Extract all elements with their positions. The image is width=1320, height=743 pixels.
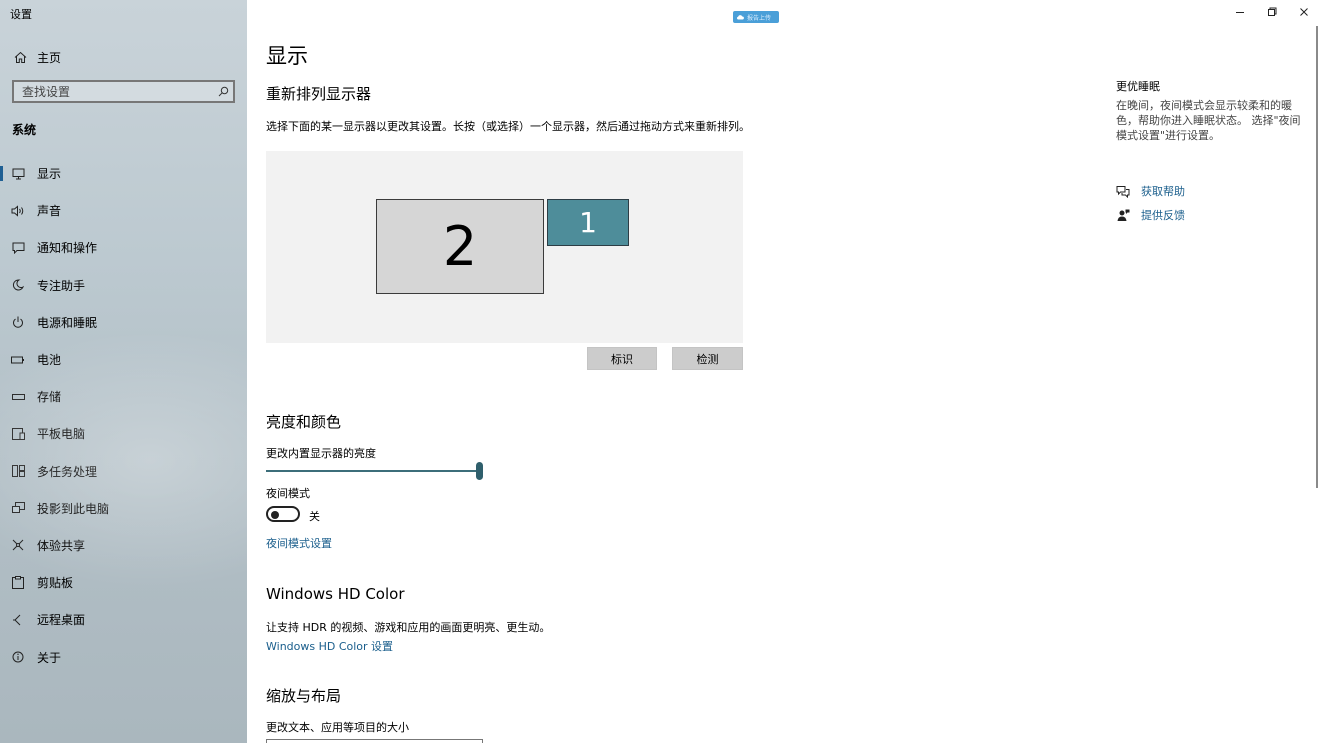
restore-icon [1268,7,1277,16]
sidebar-item-tablet[interactable]: 平板电脑 [0,415,247,452]
hdr-settings-link[interactable]: Windows HD Color 设置 [266,638,393,654]
brightness-slider[interactable] [266,462,484,480]
clipboard-icon [10,576,26,590]
scale-label: 更改文本、应用等项目的大小 [266,721,409,734]
upload-badge[interactable]: 报告上传 [733,11,779,23]
sidebar-item-label: 显示 [37,167,62,182]
search-icon[interactable] [213,86,233,97]
home-icon [12,51,28,64]
speaker-icon [10,205,26,217]
help-chat-icon [1116,185,1130,198]
sidebar-item-label: 剪贴板 [37,576,74,591]
sidebar-item-battery[interactable]: 电池 [0,341,247,378]
minimize-icon [1236,12,1244,13]
scale-heading: 缩放与布局 [266,687,342,705]
page-title: 显示 [266,44,308,68]
feedback-person-icon [1116,209,1130,222]
get-help-label: 获取帮助 [1141,185,1185,198]
sidebar-item-label: 关于 [37,650,62,665]
info-icon [10,651,26,663]
section-label: 系统 [12,123,37,137]
sidebar-item-sound[interactable]: 声音 [0,192,247,229]
night-mode-settings-link[interactable]: 夜间模式设置 [266,535,332,551]
give-feedback-label: 提供反馈 [1141,209,1185,222]
scrollbar[interactable] [1316,26,1318,488]
sidebar-item-label: 存储 [37,390,62,405]
share-icon [10,539,26,551]
app-title: 设置 [10,8,32,21]
moon-icon [10,279,26,291]
power-icon [10,316,26,328]
hdr-heading: Windows HD Color [266,585,405,603]
window-controls [1224,0,1320,24]
cloud-icon [736,15,744,20]
sidebar-item-notifications[interactable]: 通知和操作 [0,229,247,266]
sidebar-item-project[interactable]: 投影到此电脑 [0,490,247,527]
sidebar-item-shared-experiences[interactable]: 体验共享 [0,527,247,564]
sidebar-item-label: 声音 [37,204,62,219]
slider-thumb[interactable] [476,462,483,480]
sidebar-item-about[interactable]: 关于 [0,638,247,675]
main-content: 报告上传 显示 重新排列显示器 选择下面的某一显示器以更改其设置。长按（或选择）… [247,0,1320,743]
sidebar-item-label: 专注助手 [37,278,86,293]
monitor-2[interactable]: 2 [376,199,544,294]
project-icon [10,502,26,514]
sidebar-item-multitasking[interactable]: 多任务处理 [0,453,247,490]
search-input[interactable] [14,82,213,101]
sidebar-item-label: 电源和睡眠 [37,315,98,330]
sidebar-item-label: 体验共享 [37,538,86,553]
sidebar-item-remote-desktop[interactable]: 远程桌面 [0,601,247,638]
sidebar-item-clipboard[interactable]: 剪贴板 [0,564,247,601]
storage-icon [10,393,26,400]
slider-track [266,470,480,472]
night-mode-state: 关 [309,510,320,523]
toggle-knob [271,510,279,519]
brightness-slider-label: 更改内置显示器的亮度 [266,447,376,460]
multitask-icon [10,465,26,478]
sidebar-item-label: 通知和操作 [37,241,98,256]
brightness-heading: 亮度和颜色 [266,413,342,431]
message-icon [10,242,26,254]
search-box[interactable] [12,80,235,103]
get-help-link[interactable]: 获取帮助 [1116,183,1185,199]
give-feedback-link[interactable]: 提供反馈 [1116,207,1185,223]
minimize-button[interactable] [1224,0,1256,24]
display-arrangement-canvas[interactable]: 2 1 [266,151,743,343]
sidebar-item-storage[interactable]: 存储 [0,378,247,415]
night-mode-toggle[interactable] [266,506,300,522]
detect-button[interactable]: 检测 [672,347,743,370]
restore-button[interactable] [1256,0,1288,24]
sidebar-item-display[interactable]: 显示 [0,155,247,192]
sleep-tip-title: 更优睡眠 [1116,80,1160,93]
sidebar: 设置 主页 系统 显示 声音 通知和操作 专注助手 [0,0,247,743]
sidebar-item-label: 远程桌面 [37,613,86,628]
night-mode-label: 夜间模式 [266,487,310,500]
hdr-description: 让支持 HDR 的视频、游戏和应用的画面更明亮、更生动。 [266,621,551,634]
sidebar-nav: 显示 声音 通知和操作 专注助手 电源和睡眠 电池 存储 平板电脑 多任务处理 … [0,155,247,676]
sidebar-item-label: 投影到此电脑 [37,501,110,516]
sidebar-item-label: 电池 [37,353,62,368]
close-button[interactable] [1288,0,1320,24]
sidebar-item-power-sleep[interactable]: 电源和睡眠 [0,304,247,341]
sidebar-item-label: 多任务处理 [37,464,98,479]
rearrange-heading: 重新排列显示器 [266,85,372,103]
close-icon [1300,8,1308,16]
sleep-tip-body: 在晚间，夜间模式会显示较柔和的暖色，帮助你进入睡眠状态。 选择"夜间模式设置"进… [1116,99,1301,142]
sidebar-item-focus-assist[interactable]: 专注助手 [0,267,247,304]
identify-button[interactable]: 标识 [587,347,657,370]
remote-icon [10,614,26,626]
sidebar-item-home[interactable]: 主页 [0,44,247,70]
battery-icon [10,356,26,364]
upload-badge-text: 报告上传 [747,14,772,22]
monitor-icon [10,168,26,180]
rearrange-description: 选择下面的某一显示器以更改其设置。长按（或选择）一个显示器，然后通过拖动方式来重… [266,120,750,133]
sidebar-item-label: 主页 [37,50,62,65]
sidebar-item-label: 平板电脑 [37,427,86,442]
monitor-1[interactable]: 1 [547,199,629,246]
scale-dropdown[interactable] [266,739,483,743]
tablet-icon [10,427,26,440]
